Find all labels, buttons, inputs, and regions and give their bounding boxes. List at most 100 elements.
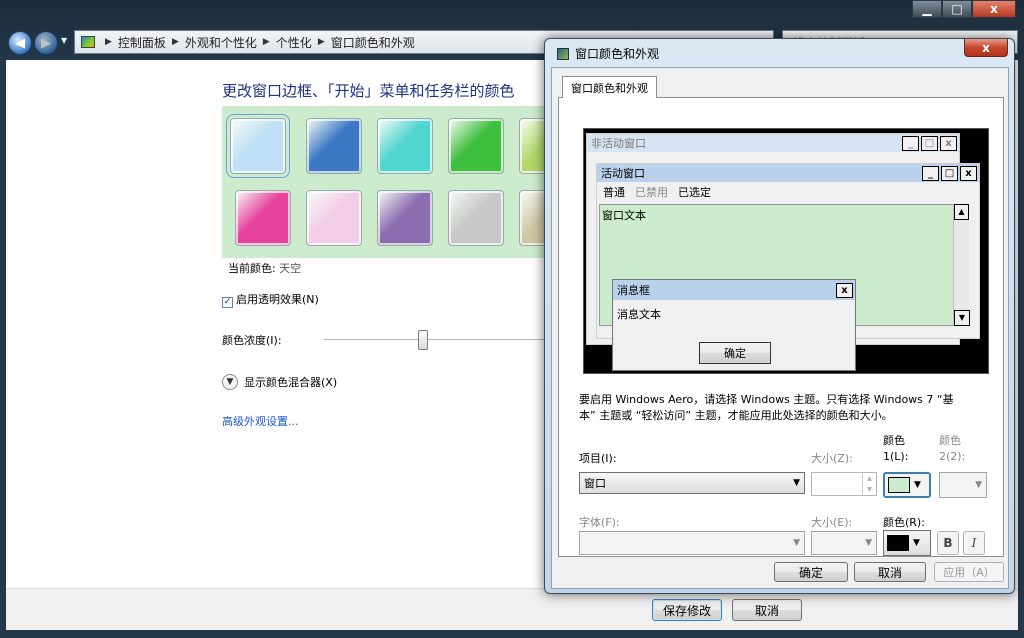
message-text: 消息文本: [617, 308, 661, 321]
breadcrumb-separator-icon: ▶: [262, 37, 270, 47]
color-swatch[interactable]: [377, 190, 433, 246]
item-dropdown-value: 窗口: [584, 477, 606, 490]
maximize-icon: □: [941, 165, 958, 181]
item-dropdown[interactable]: 窗口 ▼: [579, 472, 805, 494]
breadcrumb-separator-icon: ▶: [105, 37, 112, 47]
close-icon: x: [940, 135, 957, 151]
close-icon: x: [960, 165, 977, 181]
font-dropdown[interactable]: ▼: [579, 531, 805, 555]
minimize-icon: _: [922, 165, 939, 181]
dialog-apply-button[interactable]: 应用（A）: [934, 562, 1004, 582]
dialog-body: 窗口颜色和外观 非活动窗口 _ □ x 活动窗口 _ □ x 普通 已禁用 已选…: [551, 67, 1009, 589]
dialog-title: 窗口颜色和外观: [575, 47, 660, 61]
color-swatch[interactable]: [306, 118, 362, 174]
spinner-arrows-icon[interactable]: ▲ ▼: [862, 473, 876, 495]
size-spinner[interactable]: ▲ ▼: [811, 472, 877, 496]
menu-selected[interactable]: 已选定: [678, 184, 711, 200]
checkbox-checked-icon[interactable]: ✓: [222, 297, 233, 308]
breadcrumb-window-color[interactable]: 窗口颜色和外观: [331, 34, 415, 51]
dropdown-arrow-icon: ▼: [975, 480, 982, 490]
color-mixer-label: 显示颜色混合器(X): [244, 376, 338, 389]
caption-buttons: ▁ □ x: [912, 0, 1016, 18]
close-icon: x: [836, 282, 853, 298]
font-color-label: 颜色(R):: [883, 516, 925, 529]
color2-label: 颜色 2(2):: [939, 433, 965, 465]
color1-label: 颜色 1(L):: [883, 433, 908, 465]
transparency-label: 启用透明效果(N): [236, 293, 319, 306]
intensity-label: 颜色浓度(I):: [222, 334, 282, 347]
size-label: 大小(Z):: [811, 452, 853, 465]
color1-label-a: 颜色: [883, 434, 905, 447]
tab-panel: 非活动窗口 _ □ x 活动窗口 _ □ x 普通 已禁用 已选定 窗口文本 ▲…: [558, 97, 1004, 557]
font-color-swatch: [887, 535, 909, 551]
color-swatch[interactable]: [226, 114, 290, 178]
history-dropdown-icon[interactable]: ▼: [61, 36, 67, 45]
preview-menu-bar: 普通 已禁用 已选定: [597, 182, 979, 202]
color2-label-a: 颜色: [939, 434, 961, 447]
color-swatch[interactable]: [377, 118, 433, 174]
color1-picker[interactable]: ▼: [883, 472, 931, 498]
color-swatch[interactable]: [235, 190, 291, 246]
preview-scrollbar[interactable]: ▲ ▼: [953, 204, 970, 326]
italic-button[interactable]: I: [963, 531, 985, 555]
font-label: 字体(F):: [579, 516, 620, 529]
message-box-title: 消息框: [617, 284, 650, 297]
dialog-title-bar: 窗口颜色和外观: [557, 45, 659, 62]
color-swatch[interactable]: [448, 190, 504, 246]
bold-button[interactable]: B: [937, 531, 959, 555]
message-ok-button[interactable]: 确定: [699, 342, 771, 364]
cancel-button[interactable]: 取消: [732, 599, 802, 621]
advanced-appearance-link[interactable]: 高级外观设置...: [222, 413, 299, 429]
control-panel-icon: [81, 36, 95, 48]
menu-disabled: 已禁用: [635, 186, 668, 199]
window-color-icon: [557, 47, 569, 60]
chevron-down-icon: ▼: [222, 374, 238, 390]
current-color-value: 天空: [279, 262, 302, 275]
color-swatch[interactable]: [306, 190, 362, 246]
inactive-window-title: 非活动窗口: [591, 137, 646, 150]
font-color-picker[interactable]: ▼: [883, 530, 931, 556]
tab-window-color[interactable]: 窗口颜色和外观: [562, 76, 657, 98]
color1-swatch: [888, 477, 910, 493]
color2-picker[interactable]: ▼: [939, 472, 987, 498]
dropdown-arrow-icon: ▼: [914, 480, 921, 490]
current-color-label: 当前颜色:: [228, 262, 276, 275]
color-swatch-panel: [222, 106, 575, 258]
appearance-preview[interactable]: 非活动窗口 _ □ x 活动窗口 _ □ x 普通 已禁用 已选定 窗口文本 ▲…: [583, 128, 989, 374]
menu-normal[interactable]: 普通: [603, 184, 625, 200]
close-button[interactable]: x: [972, 0, 1016, 18]
breadcrumb-separator-icon: ▶: [171, 37, 179, 47]
maximize-icon: □: [921, 135, 938, 151]
breadcrumb-appearance[interactable]: 外观和个性化: [185, 34, 257, 51]
intensity-slider-track[interactable]: [324, 339, 544, 341]
color-mixer-toggle[interactable]: ▼ 显示颜色混合器(X): [222, 374, 337, 390]
breadcrumb-personalization[interactable]: 个性化: [276, 34, 312, 51]
aero-info-text: 要启用 Windows Aero，请选择 Windows 主题。只有选择 Win…: [579, 392, 999, 424]
dropdown-arrow-icon: ▼: [913, 538, 920, 548]
breadcrumb-control-panel[interactable]: 控制面板: [118, 34, 166, 51]
aero-info-line-1: 要启用 Windows Aero，请选择 Windows 主题。只有选择 Win…: [579, 393, 954, 406]
scroll-down-icon[interactable]: ▼: [954, 310, 970, 326]
active-window-title-bar: 活动窗口 _ □ x: [597, 164, 979, 182]
transparency-option[interactable]: ✓ 启用透明效果(N): [222, 291, 319, 308]
save-changes-button[interactable]: 保存修改: [652, 599, 722, 621]
bottom-bar: 保存修改 取消: [6, 588, 1018, 630]
message-box-preview[interactable]: 消息框 x 消息文本 确定: [612, 279, 856, 371]
scroll-up-icon[interactable]: ▲: [954, 204, 969, 220]
back-arrow-icon: ◀: [15, 35, 25, 51]
font-size-dropdown[interactable]: ▼: [811, 531, 877, 555]
maximize-button[interactable]: □: [942, 0, 972, 18]
item-label: 项目(I):: [579, 452, 617, 465]
aero-info-line-2: 本” 主题或 “轻松访问” 主题，才能应用此处选择的颜色和大小。: [579, 409, 893, 422]
dialog-close-button[interactable]: x: [964, 39, 1008, 57]
forward-button[interactable]: ▶: [34, 31, 58, 55]
font-size-label: 大小(E):: [811, 516, 853, 529]
dropdown-arrow-icon: ▼: [793, 478, 800, 488]
dialog-cancel-button[interactable]: 取消: [854, 562, 926, 582]
minimize-button[interactable]: ▁: [912, 0, 942, 18]
minimize-icon: _: [902, 135, 919, 151]
intensity-slider-thumb[interactable]: [418, 330, 428, 350]
back-button[interactable]: ◀: [8, 31, 32, 55]
dialog-ok-button[interactable]: 确定: [774, 562, 848, 582]
color-swatch[interactable]: [448, 118, 504, 174]
